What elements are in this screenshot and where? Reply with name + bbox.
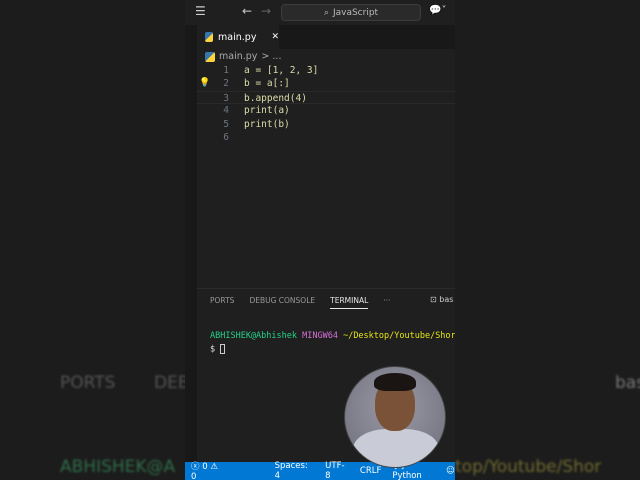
terminal-prompt: $ [210,344,216,355]
terminal-env: MINGW64 [302,331,338,341]
code-editor[interactable]: 1a = [1, 2, 3] 💡 2 b = a[:] 3 b.append(4) 4… [197,64,455,144]
title-bar: ☰ ← → ⌕ JavaScript 💬˅ [185,0,455,25]
terminal-path: ~/Desktop/Youtube/Shorts [343,331,455,341]
copilot-chat-icon[interactable]: 💬˅ [429,5,446,16]
code-line: 6 [197,131,455,144]
problems-indicator[interactable]: ⓧ 0 ⚠ 0 [191,460,225,480]
webcam-overlay [344,366,446,468]
tab-main-py[interactable]: main.py ✕ [197,25,279,49]
person-hair [374,373,416,391]
code-text: a = [1, 2, 3] [244,65,319,76]
error-count: 0 [202,462,208,472]
background-left [0,0,185,480]
code-line: 💡 2 b = a[:] [197,77,455,90]
bg-path: top/Youtube/Shor [455,457,602,477]
line-number: 3 [223,92,229,104]
background-right [455,0,640,480]
copilot-icon[interactable]: ☺ [446,466,455,476]
indentation-status[interactable]: Spaces: 4 [275,461,315,480]
breadcrumb: main.py > ... [205,51,281,62]
back-icon[interactable]: ← [242,4,252,18]
warning-count: 0 [191,472,197,480]
forward-icon[interactable]: → [261,4,271,18]
code-line: 5 print(b) [197,118,455,131]
activity-bar [185,25,197,462]
search-icon: ⌕ [323,7,329,18]
panel-tabs: PORTS DEBUG CONSOLE TERMINAL ··· [210,296,390,309]
python-file-icon [205,51,215,62]
tab-label: main.py [218,31,257,43]
shell-label: bas [439,295,454,304]
more-tabs-button[interactable]: ··· [383,296,390,309]
code-line: 4 print(a) [197,104,455,117]
line-number: 5 [223,118,229,130]
line-number: 1 [223,65,229,76]
eol-status[interactable]: CRLF [360,466,381,476]
encoding-status[interactable]: UTF-8 [325,461,349,480]
bg-ports: PORTS [60,373,116,393]
language-label: Python [392,471,422,480]
tab-terminal[interactable]: TERMINAL [330,296,369,309]
tab-ports[interactable]: PORTS [210,296,234,309]
code-text: print(b) [244,118,290,130]
line-number: 6 [223,131,229,143]
search-label: JavaScript [332,7,379,18]
breadcrumb-rest[interactable]: > ... [261,51,281,62]
person-shirt [353,429,439,467]
python-file-icon [205,32,214,42]
code-text: print(a) [244,105,290,117]
line-number: 4 [223,105,229,117]
breadcrumb-file[interactable]: main.py [219,51,257,62]
bg-user: ABHISHEK@A [60,457,176,477]
tab-debug-console[interactable]: DEBUG CONSOLE [249,296,315,309]
code-text: b = a[:] [244,78,290,90]
line-number: 2 [223,78,229,90]
terminal-output[interactable]: ABHISHEK@Abhishek MINGW64 ~/Desktop/Yout… [210,331,455,355]
command-center-search[interactable]: ⌕ JavaScript [281,4,421,21]
terminal-icon: ⊡ [430,295,437,304]
close-icon[interactable]: ✕ [271,32,279,42]
code-text: b.append(4) [244,92,307,104]
code-line-current: 3 b.append(4) [197,90,455,105]
terminal-shell-selector[interactable]: ⊡ bas [430,295,453,304]
terminal-user: ABHISHEK@Abhishek [210,331,297,341]
editor-tabs: main.py ✕ [197,25,455,49]
menu-icon[interactable]: ☰ [195,4,206,18]
bg-bash: bas [615,373,640,393]
terminal-cursor [220,344,226,354]
code-line: 1 a = [1, 2, 3] [197,64,455,77]
